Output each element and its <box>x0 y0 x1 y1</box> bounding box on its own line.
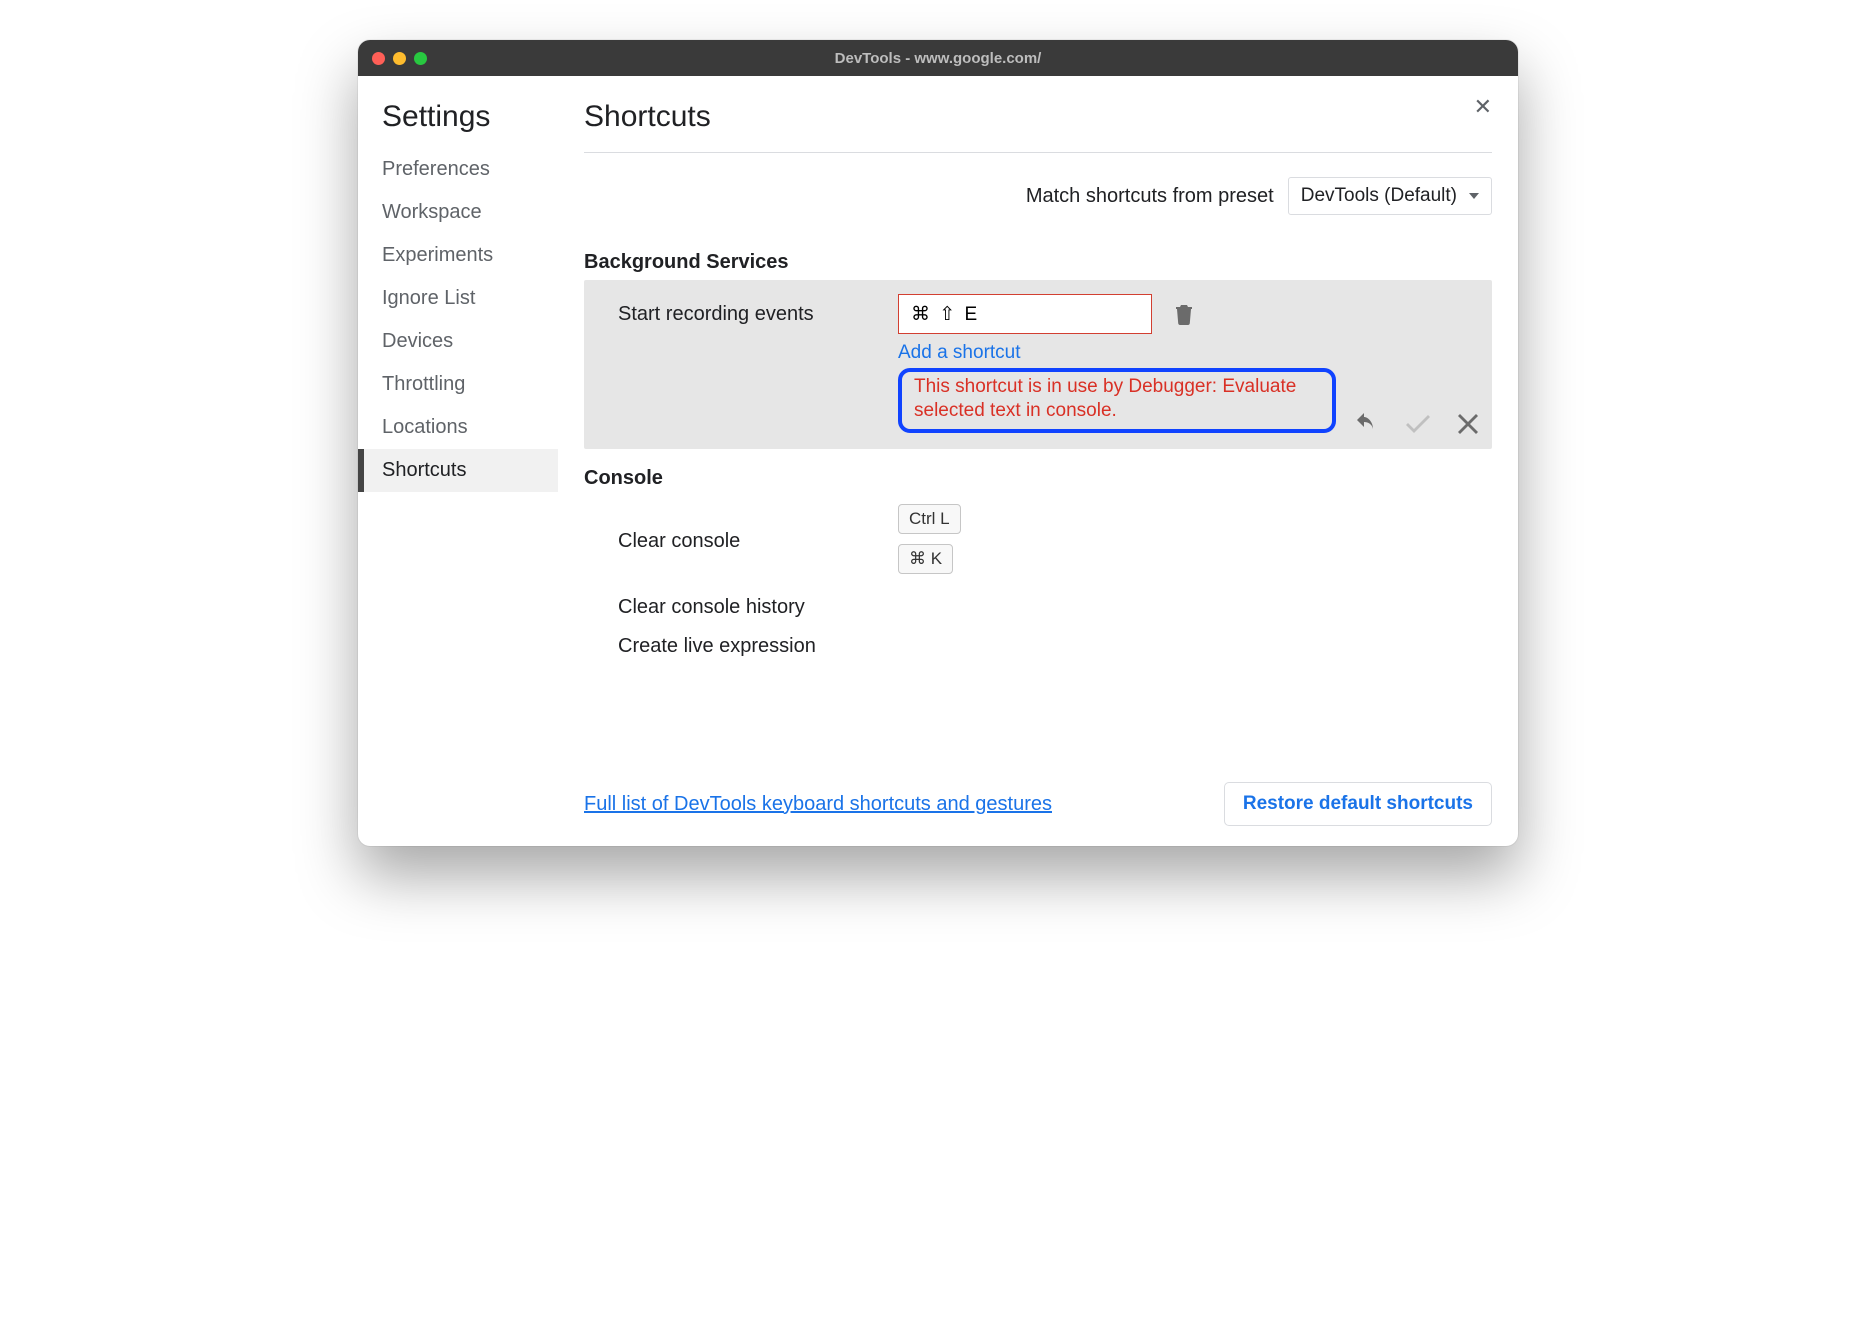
cancel-icon[interactable] <box>1458 414 1478 434</box>
shortcut-chip: Ctrl L <box>898 504 961 534</box>
preset-select-value: DevTools (Default) <box>1301 185 1457 206</box>
error-callout: This shortcut is in use by Debugger: Eva… <box>898 368 1336 433</box>
confirm-icon[interactable] <box>1406 414 1430 434</box>
action-label-start-recording: Start recording events <box>618 303 898 326</box>
sidebar-item-preferences[interactable]: Preferences <box>358 148 558 191</box>
window-title: DevTools - www.google.com/ <box>358 50 1518 67</box>
shortcut-row-clear-console[interactable]: Clear console Ctrl L ⌘ K <box>584 496 1492 588</box>
shortcut-row-create-live-expression[interactable]: Create live expression <box>584 627 1492 666</box>
footer: Full list of DevTools keyboard shortcuts… <box>584 762 1492 826</box>
sidebar-item-ignore-list[interactable]: Ignore List <box>358 277 558 320</box>
shortcut-editor: Start recording events Add a shortcut Th… <box>584 280 1492 449</box>
action-label: Create live expression <box>618 635 816 658</box>
settings-sidebar: Settings Preferences Workspace Experimen… <box>358 76 558 846</box>
add-shortcut-link[interactable]: Add a shortcut <box>898 342 1474 364</box>
divider <box>584 152 1492 153</box>
preset-row: Match shortcuts from preset DevTools (De… <box>584 177 1492 215</box>
close-settings-button[interactable]: ✕ <box>1474 94 1492 120</box>
error-text: This shortcut is in use by Debugger: Eva… <box>914 375 1320 423</box>
sidebar-item-experiments[interactable]: Experiments <box>358 234 558 277</box>
titlebar: DevTools - www.google.com/ <box>358 40 1518 76</box>
preset-label: Match shortcuts from preset <box>1026 185 1274 208</box>
shortcuts-panel: Shortcuts Match shortcuts from preset De… <box>558 76 1518 846</box>
shortcut-row-clear-console-history[interactable]: Clear console history <box>584 588 1492 627</box>
section-heading-background-services: Background Services <box>584 251 1492 274</box>
action-label: Clear console <box>618 530 898 553</box>
sidebar-item-locations[interactable]: Locations <box>358 406 558 449</box>
sidebar-item-throttling[interactable]: Throttling <box>358 363 558 406</box>
undo-icon[interactable] <box>1352 413 1378 435</box>
preset-select[interactable]: DevTools (Default) <box>1288 177 1492 215</box>
restore-defaults-button[interactable]: Restore default shortcuts <box>1224 782 1492 826</box>
devtools-window: DevTools - www.google.com/ ✕ Settings Pr… <box>358 40 1518 846</box>
shortcut-chip: ⌘ K <box>898 544 953 574</box>
full-shortcuts-link[interactable]: Full list of DevTools keyboard shortcuts… <box>584 793 1052 816</box>
action-label: Clear console history <box>618 596 898 619</box>
section-heading-console: Console <box>584 467 1492 490</box>
page-title: Shortcuts <box>584 100 1492 152</box>
sidebar-item-workspace[interactable]: Workspace <box>358 191 558 234</box>
shortcut-input[interactable] <box>898 294 1152 334</box>
settings-title: Settings <box>358 100 558 148</box>
delete-shortcut-icon[interactable] <box>1174 303 1194 325</box>
sidebar-item-shortcuts[interactable]: Shortcuts <box>358 449 558 492</box>
sidebar-item-devices[interactable]: Devices <box>358 320 558 363</box>
